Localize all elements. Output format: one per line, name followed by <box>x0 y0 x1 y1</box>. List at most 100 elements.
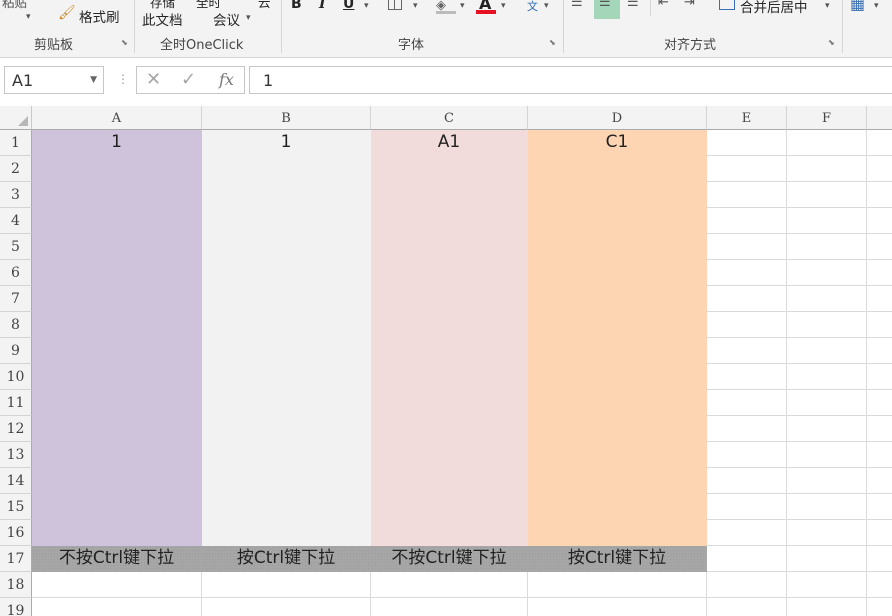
cell-b9[interactable] <box>202 338 371 364</box>
cell-f14[interactable] <box>787 468 867 494</box>
cell-a9[interactable] <box>32 338 202 364</box>
cell-b3[interactable] <box>202 182 371 208</box>
cell-g8[interactable] <box>867 312 892 338</box>
fill-color-dropdown-icon[interactable]: ▾ <box>460 1 465 11</box>
row-header-3[interactable]: 3 <box>0 182 32 208</box>
row-header-8[interactable]: 8 <box>0 312 32 338</box>
cell-d9[interactable] <box>528 338 707 364</box>
cell-g5[interactable] <box>867 234 892 260</box>
cell-d4[interactable] <box>528 208 707 234</box>
phonetic-dropdown-icon[interactable]: ▾ <box>544 1 549 11</box>
cell-g18[interactable] <box>867 572 892 598</box>
name-box-dropdown-icon[interactable]: ▼ <box>90 75 97 85</box>
cell-b10[interactable] <box>202 364 371 390</box>
cell-f3[interactable] <box>787 182 867 208</box>
cell-d17[interactable]: 按Ctrl键下拉 <box>528 546 707 572</box>
cell-b18[interactable] <box>202 572 371 598</box>
cell-g4[interactable] <box>867 208 892 234</box>
cell-c4[interactable] <box>371 208 528 234</box>
cell-f4[interactable] <box>787 208 867 234</box>
cell-g13[interactable] <box>867 442 892 468</box>
borders-dropdown-icon[interactable]: ▾ <box>413 1 418 11</box>
cell-a3[interactable] <box>32 182 202 208</box>
cell-c15[interactable] <box>371 494 528 520</box>
cell-g16[interactable] <box>867 520 892 546</box>
cell-b4[interactable] <box>202 208 371 234</box>
row-header-15[interactable]: 15 <box>0 494 32 520</box>
cell-c8[interactable] <box>371 312 528 338</box>
cell-e9[interactable] <box>707 338 787 364</box>
cell-d11[interactable] <box>528 390 707 416</box>
align-center-icon[interactable]: ☰ <box>599 0 611 10</box>
cell-c14[interactable] <box>371 468 528 494</box>
row-header-2[interactable]: 2 <box>0 156 32 182</box>
cell-b6[interactable] <box>202 260 371 286</box>
cell-b8[interactable] <box>202 312 371 338</box>
column-header-f[interactable]: F <box>787 106 867 130</box>
cell-e5[interactable] <box>707 234 787 260</box>
cell-g15[interactable] <box>867 494 892 520</box>
cell-a6[interactable] <box>32 260 202 286</box>
increase-indent-icon[interactable]: ⇥ <box>684 0 695 10</box>
number-format-dropdown-icon[interactable]: ▾ <box>874 1 879 11</box>
cell-e8[interactable] <box>707 312 787 338</box>
cell-e12[interactable] <box>707 416 787 442</box>
cell-g11[interactable] <box>867 390 892 416</box>
cell-e15[interactable] <box>707 494 787 520</box>
cell-a1[interactable]: 1 <box>32 130 202 156</box>
cell-f10[interactable] <box>787 364 867 390</box>
cell-b14[interactable] <box>202 468 371 494</box>
cell-e19[interactable] <box>707 598 787 616</box>
cell-g6[interactable] <box>867 260 892 286</box>
cell-e18[interactable] <box>707 572 787 598</box>
decrease-indent-icon[interactable]: ⇤ <box>658 0 669 10</box>
font-launcher-icon[interactable]: ⬊ <box>549 39 557 47</box>
row-header-17[interactable]: 17 <box>0 546 32 572</box>
row-header-7[interactable]: 7 <box>0 286 32 312</box>
font-color-dropdown-icon[interactable]: ▾ <box>501 1 506 11</box>
cell-e4[interactable] <box>707 208 787 234</box>
cell-f17[interactable] <box>787 546 867 572</box>
cell-c11[interactable] <box>371 390 528 416</box>
cell-g3[interactable] <box>867 182 892 208</box>
cell-f16[interactable] <box>787 520 867 546</box>
cell-f6[interactable] <box>787 260 867 286</box>
column-header-d[interactable]: D <box>528 106 707 130</box>
cell-d1[interactable]: C1 <box>528 130 707 156</box>
cell-d18[interactable] <box>528 572 707 598</box>
cell-e1[interactable] <box>707 130 787 156</box>
cell-d13[interactable] <box>528 442 707 468</box>
cell-d12[interactable] <box>528 416 707 442</box>
name-box[interactable]: A1 ▼ <box>4 66 104 94</box>
cell-a18[interactable] <box>32 572 202 598</box>
alignment-launcher-icon[interactable]: ⬊ <box>828 39 836 47</box>
clipboard-launcher-icon[interactable]: ⬊ <box>121 39 129 47</box>
column-header-c[interactable]: C <box>371 106 528 130</box>
row-header-6[interactable]: 6 <box>0 260 32 286</box>
paste-button[interactable]: 粘贴 <box>2 0 27 11</box>
insert-function-button[interactable]: fx <box>219 70 234 89</box>
cell-b13[interactable] <box>202 442 371 468</box>
cell-f15[interactable] <box>787 494 867 520</box>
cell-g12[interactable] <box>867 416 892 442</box>
cell-b17[interactable]: 按Ctrl键下拉 <box>202 546 371 572</box>
row-header-9[interactable]: 9 <box>0 338 32 364</box>
cell-e3[interactable] <box>707 182 787 208</box>
save-doc-button[interactable]: 此文档 <box>142 9 183 29</box>
row-header-5[interactable]: 5 <box>0 234 32 260</box>
cell-f18[interactable] <box>787 572 867 598</box>
cell-d19[interactable] <box>528 598 707 616</box>
cell-a17[interactable]: 不按Ctrl键下拉 <box>32 546 202 572</box>
cell-d16[interactable] <box>528 520 707 546</box>
cell-d15[interactable] <box>528 494 707 520</box>
cell-a2[interactable] <box>32 156 202 182</box>
cell-a15[interactable] <box>32 494 202 520</box>
cell-g10[interactable] <box>867 364 892 390</box>
row-header-14[interactable]: 14 <box>0 468 32 494</box>
cell-f9[interactable] <box>787 338 867 364</box>
cell-b15[interactable] <box>202 494 371 520</box>
cell-g7[interactable] <box>867 286 892 312</box>
cell-d14[interactable] <box>528 468 707 494</box>
cell-a5[interactable] <box>32 234 202 260</box>
italic-button[interactable]: I <box>319 0 326 12</box>
